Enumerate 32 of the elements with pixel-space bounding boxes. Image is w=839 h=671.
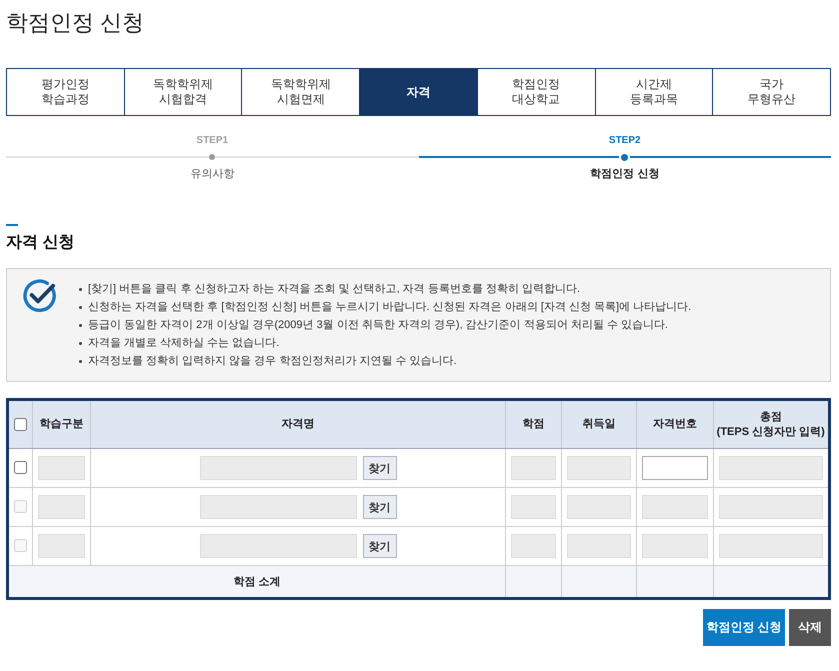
apply-button[interactable]: 학점인정 신청	[703, 609, 785, 646]
input-field[interactable]	[642, 456, 708, 480]
bullet-icon	[79, 342, 82, 344]
subtotal-label: 학점 소계	[8, 566, 506, 598]
notice-text: 자격정보를 정확히 입력하지 않을 경우 학점인정처리가 지연될 수 있습니다.	[88, 354, 457, 368]
delete-button[interactable]: 삭제	[789, 609, 831, 646]
notice-text: 자격을 개별로 삭제하실 수는 없습니다.	[88, 336, 280, 350]
page-title: 학점인정 신청	[6, 10, 144, 36]
column-header: 취득일	[561, 400, 637, 448]
select-all-checkbox[interactable]	[14, 418, 28, 431]
bullet-icon	[79, 324, 82, 326]
column-header: 자격번호	[636, 400, 714, 448]
category-tab[interactable]: 자격	[359, 69, 477, 115]
step-title: 학점인정 신청	[590, 167, 660, 182]
bullet-icon	[79, 288, 82, 290]
check-circle-icon	[22, 278, 57, 313]
row-checkbox[interactable]	[14, 461, 28, 474]
step-label: STEP1	[196, 134, 228, 148]
subtotal-cell	[505, 566, 562, 598]
step-title: 유의사항	[190, 167, 234, 182]
step-label: STEP2	[608, 134, 641, 148]
column-header: 자격명	[90, 400, 506, 448]
notice-text: [찾기] 버튼을 클릭 후 신청하고자 하는 자격을 조회 및 선택하고, 자격 등록번호를 정확히 입력합니다.	[88, 282, 580, 296]
column-header: 학점	[505, 400, 562, 448]
heading-accent	[6, 224, 18, 226]
column-header: 총점 (TEPS 신청자만 입력)	[713, 400, 830, 448]
notice-text: 신청하는 자격을 선택한 후 [학점인정 신청] 버튼을 누르시기 바랍니다. 신청된 자격은 아래의 [자격 신청 목록]에 나타납니다.	[88, 300, 692, 314]
section-heading: 자격 신청	[6, 234, 74, 252]
bullet-icon	[79, 306, 82, 308]
bullet-icon	[79, 360, 82, 362]
column-header: 학습구분	[32, 400, 91, 448]
notice-text: 등급이 동일한 자격이 2개 이상일 경우(2009년 3월 이전 취득한 자격의 경우), 감산기준이 적용되어 처리될 수 있습니다.	[88, 318, 668, 332]
